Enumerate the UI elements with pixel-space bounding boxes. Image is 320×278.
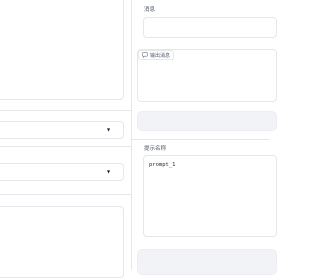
prompt-name-label: 提示名称 [144, 146, 167, 152]
left-top-textarea[interactable] [0, 0, 124, 100]
message-input[interactable] [143, 17, 277, 38]
output-message-chip-label: 输出消息 [150, 52, 171, 59]
left-bottom-textarea[interactable] [0, 206, 124, 278]
output-message-chip: 输出消息 [138, 50, 175, 60]
prompt-name-input[interactable]: prompt_1 [143, 155, 277, 237]
action-button[interactable] [137, 111, 277, 131]
left-section-divider-3 [0, 194, 131, 195]
message-label: 消息 [144, 7, 156, 13]
left-select-1[interactable]: ▼ [0, 121, 124, 139]
chevron-down-icon[interactable]: ▼ [107, 127, 110, 132]
right-section-divider [132, 139, 270, 140]
bottom-button[interactable] [137, 249, 277, 275]
left-section-divider-1 [0, 110, 131, 111]
column-divider [131, 0, 132, 270]
chevron-down-icon[interactable]: ▼ [107, 169, 110, 174]
left-select-2[interactable]: ▼ [0, 163, 124, 181]
prompt-name-value: prompt_1 [149, 162, 176, 168]
left-section-divider-2 [0, 146, 131, 147]
chat-icon [142, 52, 148, 58]
